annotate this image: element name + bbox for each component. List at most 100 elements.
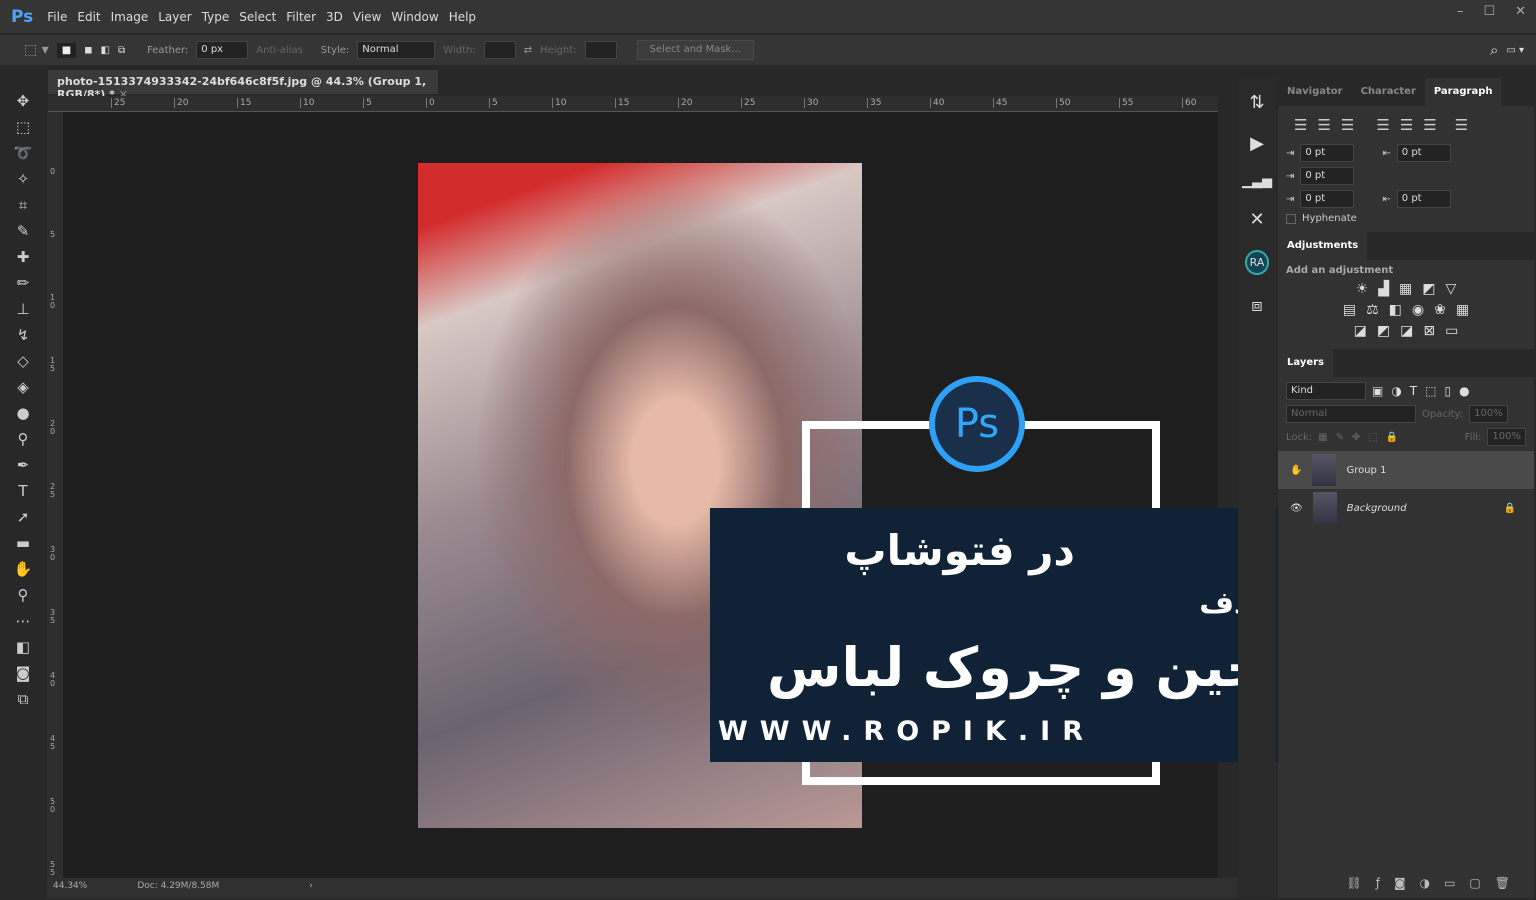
bw-icon[interactable]: ◧: [1389, 302, 1402, 318]
eraser-icon[interactable]: ◇: [17, 352, 29, 371]
blend-mode-select[interactable]: Normal: [1286, 405, 1416, 423]
zoom-level[interactable]: 44.34%: [53, 881, 87, 895]
swap-icon[interactable]: ⇄: [524, 45, 532, 56]
style-select[interactable]: Normal: [357, 41, 436, 59]
antialias-checkbox[interactable]: Anti-alias: [256, 45, 303, 56]
kind-filter[interactable]: Kind: [1286, 382, 1366, 400]
curves-icon[interactable]: ▦: [1399, 281, 1412, 297]
first-line-input[interactable]: 0 pt: [1300, 167, 1355, 185]
opacity-input[interactable]: 100%: [1469, 405, 1508, 423]
rectangle-tool-icon[interactable]: ▬: [16, 534, 30, 553]
visibility-icon[interactable]: ✋: [1290, 465, 1302, 476]
move-tool-icon[interactable]: ✥: [17, 92, 30, 111]
new-selection-icon[interactable]: ■: [56, 42, 77, 58]
zoom-tool-icon[interactable]: ⚲: [18, 586, 29, 605]
menu-3d[interactable]: 3D: [326, 10, 343, 24]
justify-left-icon[interactable]: ☰: [1376, 116, 1389, 134]
posterize-icon[interactable]: ◩: [1377, 323, 1390, 339]
menu-help[interactable]: Help: [449, 10, 476, 24]
menu-select[interactable]: Select: [239, 10, 276, 24]
menu-window[interactable]: Window: [391, 10, 438, 24]
justify-center-icon[interactable]: ☰: [1400, 116, 1413, 134]
menu-file[interactable]: File: [47, 10, 67, 24]
healing-brush-icon[interactable]: ✚: [17, 248, 30, 267]
3d-icon[interactable]: ⧈: [1251, 295, 1262, 316]
gradient-map-icon[interactable]: ▭: [1445, 323, 1458, 339]
layer-actions[interactable]: ⛓ƒ◙◑▭▢🗑: [1347, 876, 1524, 890]
menu-view[interactable]: View: [353, 10, 381, 24]
pen-tool-icon[interactable]: ✒: [17, 456, 30, 475]
magic-wand-icon[interactable]: ✧: [17, 170, 30, 189]
subtract-selection-icon[interactable]: ◧: [100, 45, 109, 56]
feather-input[interactable]: 0 px: [196, 41, 249, 59]
menu-filter[interactable]: Filter: [286, 10, 316, 24]
lock-icons[interactable]: ▦✎✥⬚🔒: [1318, 432, 1406, 443]
ra-plugin-icon[interactable]: RA: [1244, 250, 1270, 275]
layer-filter-icons[interactable]: ▣◑T⬚▯●: [1372, 384, 1478, 398]
menu-image[interactable]: Image: [111, 10, 149, 24]
indent-left-input[interactable]: 0 pt: [1300, 144, 1355, 162]
history-brush-icon[interactable]: ↯: [17, 326, 30, 345]
tab-character[interactable]: Character: [1352, 78, 1425, 106]
close-icon[interactable]: ✕: [1515, 4, 1526, 19]
dodge-tool-icon[interactable]: ⚲: [18, 430, 29, 449]
intersect-selection-icon[interactable]: ⧉: [118, 45, 125, 56]
justify-right-icon[interactable]: ☰: [1423, 116, 1436, 134]
paint-bucket-icon[interactable]: ◈: [17, 378, 29, 397]
layer-background[interactable]: 👁 Background 🔒: [1278, 489, 1534, 527]
height-input[interactable]: [584, 41, 617, 59]
type-tool-icon[interactable]: T: [18, 482, 27, 501]
menu-layer[interactable]: Layer: [158, 10, 191, 24]
invert-icon[interactable]: ◪: [1354, 323, 1367, 339]
levels-icon[interactable]: ▟: [1378, 281, 1389, 297]
tools-plugin-icon[interactable]: ✕: [1249, 209, 1264, 230]
brush-tool-icon[interactable]: ✏: [17, 274, 30, 293]
document-tab[interactable]: photo-1513374933342-24bf646c8f5f.jpg @ 4…: [48, 70, 438, 101]
blur-tool-icon[interactable]: ●: [16, 404, 29, 423]
vibrance-icon[interactable]: ▽: [1446, 281, 1457, 297]
indent-right-input[interactable]: 0 pt: [1396, 144, 1451, 162]
menu-type[interactable]: Type: [202, 10, 230, 24]
align-left-icon[interactable]: ☰: [1294, 116, 1307, 134]
space-after-input[interactable]: 0 pt: [1396, 190, 1451, 208]
align-center-icon[interactable]: ☰: [1317, 116, 1330, 134]
threshold-icon[interactable]: ◪: [1400, 323, 1413, 339]
hand-tool-icon[interactable]: ✋: [14, 560, 33, 579]
brightness-icon[interactable]: ☀: [1356, 281, 1369, 297]
quick-mask-icon[interactable]: ◙: [16, 664, 31, 683]
tab-paragraph[interactable]: Paragraph: [1424, 78, 1502, 106]
histogram-icon[interactable]: ▁▃▅: [1242, 174, 1272, 189]
tab-navigator[interactable]: Navigator: [1278, 78, 1352, 106]
space-before-input[interactable]: 0 pt: [1300, 190, 1355, 208]
marquee-preset-icon[interactable]: ⬚ ▾: [24, 42, 49, 58]
select-and-mask-button[interactable]: Select and Mask...: [636, 40, 754, 60]
eye-icon[interactable]: 👁: [1290, 503, 1303, 514]
workspace-icon[interactable]: ▭ ▾: [1506, 45, 1524, 56]
more-tools-icon[interactable]: ⋯: [16, 612, 31, 631]
eyedropper-icon[interactable]: ✎: [17, 222, 30, 241]
lookup-icon[interactable]: ▦: [1456, 302, 1469, 318]
hue-icon[interactable]: ▤: [1343, 302, 1356, 318]
lasso-tool-icon[interactable]: ➰: [14, 144, 33, 163]
minimize-icon[interactable]: –: [1457, 4, 1464, 19]
align-right-icon[interactable]: ☰: [1341, 116, 1354, 134]
tab-adjustments[interactable]: Adjustments: [1278, 232, 1368, 260]
actions-play-icon[interactable]: ▶: [1250, 133, 1264, 154]
screen-mode-icon[interactable]: ⧉: [18, 690, 29, 709]
layer-group-1[interactable]: ✋ Group 1: [1278, 451, 1534, 489]
fill-input[interactable]: 100%: [1487, 428, 1526, 446]
status-arrow-icon[interactable]: ›: [309, 881, 313, 895]
photo-filter-icon[interactable]: ◉: [1412, 302, 1424, 318]
search-icon[interactable]: ⌕: [1490, 41, 1498, 59]
path-select-icon[interactable]: ➚: [17, 508, 30, 527]
stamp-tool-icon[interactable]: ⊥: [16, 300, 29, 319]
marquee-tool-icon[interactable]: ⬚: [16, 118, 30, 137]
exposure-icon[interactable]: ◩: [1422, 281, 1435, 297]
channel-mixer-icon[interactable]: ❀: [1434, 302, 1446, 318]
hyphenate-checkbox[interactable]: [1286, 213, 1296, 224]
add-selection-icon[interactable]: ◼: [84, 45, 92, 56]
crop-tool-icon[interactable]: ⌗: [19, 196, 27, 215]
width-input[interactable]: [483, 41, 516, 59]
maximize-icon[interactable]: ☐: [1483, 4, 1495, 19]
menu-edit[interactable]: Edit: [77, 10, 100, 24]
